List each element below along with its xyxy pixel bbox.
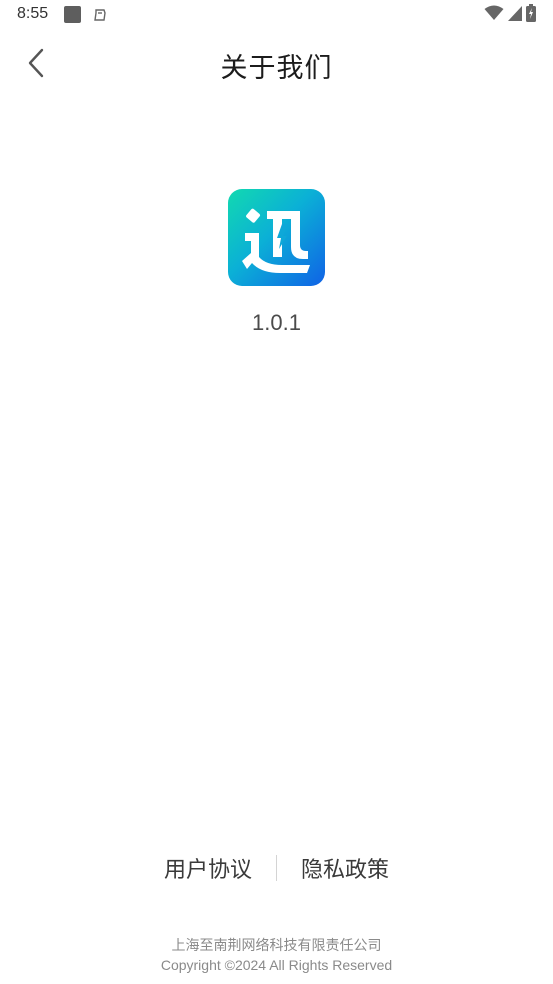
app-version: 1.0.1 <box>252 310 301 335</box>
status-time: 8:55 <box>17 5 49 22</box>
status-icons <box>484 4 536 26</box>
notification-square-icon <box>64 6 81 23</box>
page-title: 关于我们 <box>220 53 333 84</box>
privacy-policy-link[interactable]: 隐私政策 <box>277 852 413 884</box>
clipboard-icon <box>92 7 108 23</box>
app-logo-glyph <box>242 208 310 273</box>
footer-links: 用户协议 隐私政策 <box>0 850 553 886</box>
status-bar: 8:55 <box>0 0 553 30</box>
user-agreement-link[interactable]: 用户协议 <box>140 852 276 884</box>
wifi-icon <box>484 5 504 25</box>
app-logo <box>228 189 325 286</box>
company-name: 上海至南荆网络科技有限责任公司 <box>171 938 382 954</box>
copyright-text: Copyright ©2024 All Rights Reserved <box>160 957 393 973</box>
app-header: 关于我们 <box>0 30 553 102</box>
signal-icon <box>508 5 522 25</box>
battery-icon <box>526 4 536 26</box>
